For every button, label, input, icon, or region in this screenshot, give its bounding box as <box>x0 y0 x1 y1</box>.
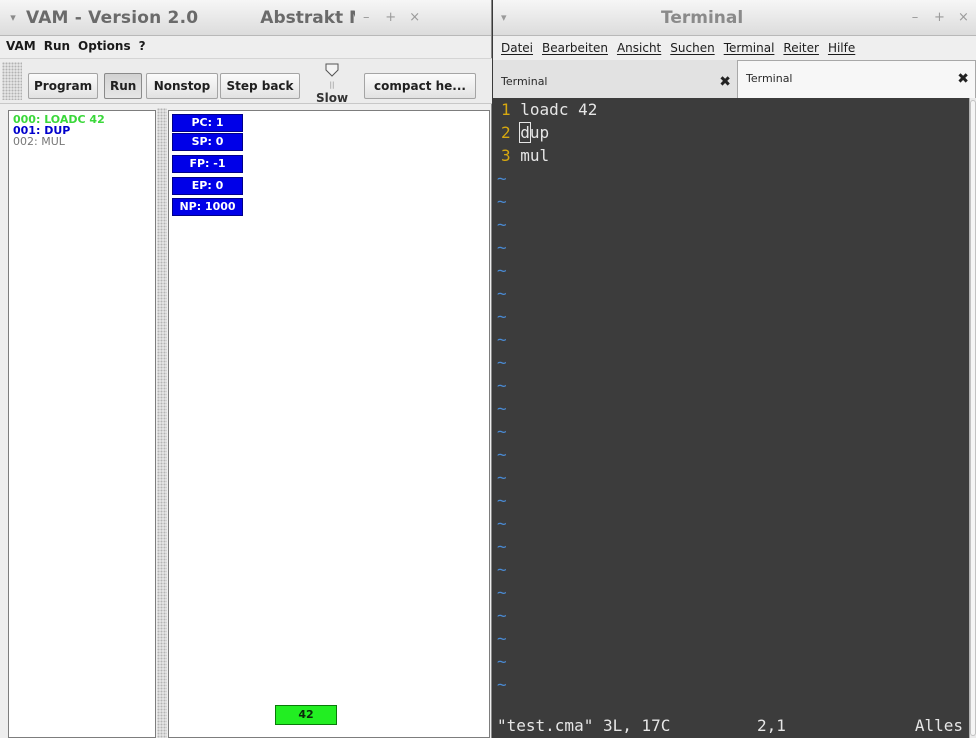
slider-knob-icon[interactable] <box>325 63 339 77</box>
tilde-marker: ~ <box>497 261 507 280</box>
tilde-marker: ~ <box>497 491 507 510</box>
tab-terminal-1[interactable]: Terminal ✖ <box>493 64 737 98</box>
window-menu-icon[interactable]: ▾ <box>501 11 521 24</box>
tilde-marker: ~ <box>497 468 507 487</box>
tab-label: Terminal <box>501 75 548 88</box>
status-view-position: Alles <box>914 716 963 735</box>
line-text: up <box>529 123 550 142</box>
vam-window: ▾ VAM - Version 2.0 Abstrakt Maschine – … <box>0 0 492 738</box>
empty-line-markers: ~ ~ ~ ~ ~ ~ ~ ~ ~ ~ ~ ~ ~ ~ ~ ~ ~ ~ ~ ~ ~ ~ ~ <box>493 167 969 696</box>
program-code-panel[interactable]: 000: LOADC 42 001: DUP 002: MUL <box>8 110 156 738</box>
menu-ansicht[interactable]: Ansicht <box>617 41 661 55</box>
vim-status-line: "test.cma" 3L, 17C 2,1 Alles <box>493 714 969 738</box>
minimize-icon[interactable]: – <box>361 10 371 25</box>
scrollbar-thumb[interactable] <box>970 100 976 736</box>
vam-toolbar: Program Run Nonstop Step back || Slow co… <box>0 58 492 105</box>
step-back-button[interactable]: Step back <box>220 73 300 99</box>
vam-window-title-secondary: Abstrakt Maschine <box>260 7 355 28</box>
status-file-info: "test.cma" 3L, 17C <box>497 716 671 735</box>
register-np: NP: 1000 <box>172 198 243 216</box>
menu-hilfe[interactable]: Hilfe <box>828 41 855 55</box>
line-text: mul <box>520 146 550 165</box>
menu-vam[interactable]: VAM <box>6 39 36 53</box>
tilde-marker: ~ <box>497 330 507 349</box>
tilde-marker: ~ <box>497 675 507 694</box>
tilde-marker: ~ <box>497 376 507 395</box>
register-fp: FP: -1 <box>172 155 243 173</box>
tilde-marker: ~ <box>497 514 507 533</box>
tab-terminal-2[interactable]: Terminal ✖ <box>737 60 976 98</box>
tilde-marker: ~ <box>497 399 507 418</box>
terminal-window-title: Terminal <box>661 7 744 28</box>
menu-options[interactable]: Options <box>78 39 131 53</box>
slider-ticks: || <box>329 81 335 89</box>
editor-line: 2 dup <box>493 121 969 144</box>
program-button[interactable]: Program <box>28 73 98 99</box>
line-text: loadc 42 <box>520 100 598 119</box>
close-icon[interactable]: × <box>409 10 420 25</box>
line-number: 1 <box>501 100 511 119</box>
tilde-marker: ~ <box>497 606 507 625</box>
tilde-marker: ~ <box>497 238 507 257</box>
menu-datei[interactable]: Datei <box>501 41 533 55</box>
editor-line: 1 loadc 42 <box>493 98 969 121</box>
tilde-marker: ~ <box>497 537 507 556</box>
tilde-marker: ~ <box>497 215 507 234</box>
machine-state-panel: PC: 1 SP: 0 FP: -1 EP: 0 NP: 1000 42 <box>168 110 490 738</box>
vam-menubar: VAM Run Options ? <box>0 36 491 56</box>
tilde-marker: ~ <box>497 583 507 602</box>
close-icon[interactable]: × <box>958 10 969 25</box>
tilde-marker: ~ <box>497 192 507 211</box>
terminal-tab-bar: Terminal ✖ Terminal ✖ <box>493 60 976 98</box>
vam-titlebar[interactable]: ▾ VAM - Version 2.0 Abstrakt Maschine – … <box>0 0 491 36</box>
terminal-titlebar[interactable]: ▾ Terminal – + × <box>493 0 976 36</box>
terminal-menubar: Datei Bearbeiten Ansicht Suchen Terminal… <box>493 36 976 60</box>
panel-splitter-handle[interactable] <box>157 108 167 738</box>
terminal-scrollbar[interactable] <box>969 98 976 738</box>
line-number: 2 <box>501 123 511 142</box>
speed-slider[interactable]: || Slow <box>312 61 352 105</box>
menu-reiter[interactable]: Reiter <box>783 41 819 55</box>
tilde-marker: ~ <box>497 445 507 464</box>
editor-line: 3 mul <box>493 144 969 167</box>
toolbar-grip-handle[interactable] <box>2 62 22 100</box>
nonstop-button[interactable]: Nonstop <box>146 73 218 99</box>
tilde-marker: ~ <box>497 353 507 372</box>
maximize-icon[interactable]: + <box>934 10 945 25</box>
window-menu-icon[interactable]: ▾ <box>0 11 26 24</box>
tilde-marker: ~ <box>497 560 507 579</box>
tab-label: Terminal <box>746 72 793 85</box>
menu-terminal[interactable]: Terminal <box>724 41 775 55</box>
maximize-icon[interactable]: + <box>385 10 396 25</box>
close-tab-icon[interactable]: ✖ <box>719 74 731 90</box>
register-pc: PC: 1 <box>172 114 243 132</box>
status-cursor-position: 2,1 <box>757 716 786 735</box>
stack-cell: 42 <box>275 705 337 725</box>
compact-heap-button[interactable]: compact he... <box>364 73 476 99</box>
vam-window-title: VAM - Version 2.0 <box>26 7 199 28</box>
tilde-marker: ~ <box>497 629 507 648</box>
vim-editor[interactable]: 1 loadc 42 2 dup 3 mul ~ ~ ~ ~ ~ ~ ~ ~ ~ ~ ~ ~ ~ ~ ~ ~ ~… <box>493 98 969 738</box>
register-sp: SP: 0 <box>172 133 243 151</box>
close-tab-icon[interactable]: ✖ <box>957 71 969 87</box>
terminal-window: ▾ Terminal – + × Datei Bearbeiten Ansich… <box>493 0 976 738</box>
line-number: 3 <box>501 146 511 165</box>
minimize-icon[interactable]: – <box>910 10 920 25</box>
tilde-marker: ~ <box>497 422 507 441</box>
run-button[interactable]: Run <box>104 73 142 99</box>
tilde-marker: ~ <box>497 284 507 303</box>
tilde-marker: ~ <box>497 652 507 671</box>
code-line: 002: MUL <box>13 135 65 148</box>
menu-run[interactable]: Run <box>44 39 70 53</box>
register-ep: EP: 0 <box>172 177 243 195</box>
menu-suchen[interactable]: Suchen <box>670 41 714 55</box>
text-cursor: d <box>519 122 531 143</box>
menu-help[interactable]: ? <box>139 39 146 53</box>
tilde-marker: ~ <box>497 307 507 326</box>
tilde-marker: ~ <box>497 169 507 188</box>
menu-bearbeiten[interactable]: Bearbeiten <box>542 41 608 55</box>
speed-label: Slow <box>315 91 349 105</box>
